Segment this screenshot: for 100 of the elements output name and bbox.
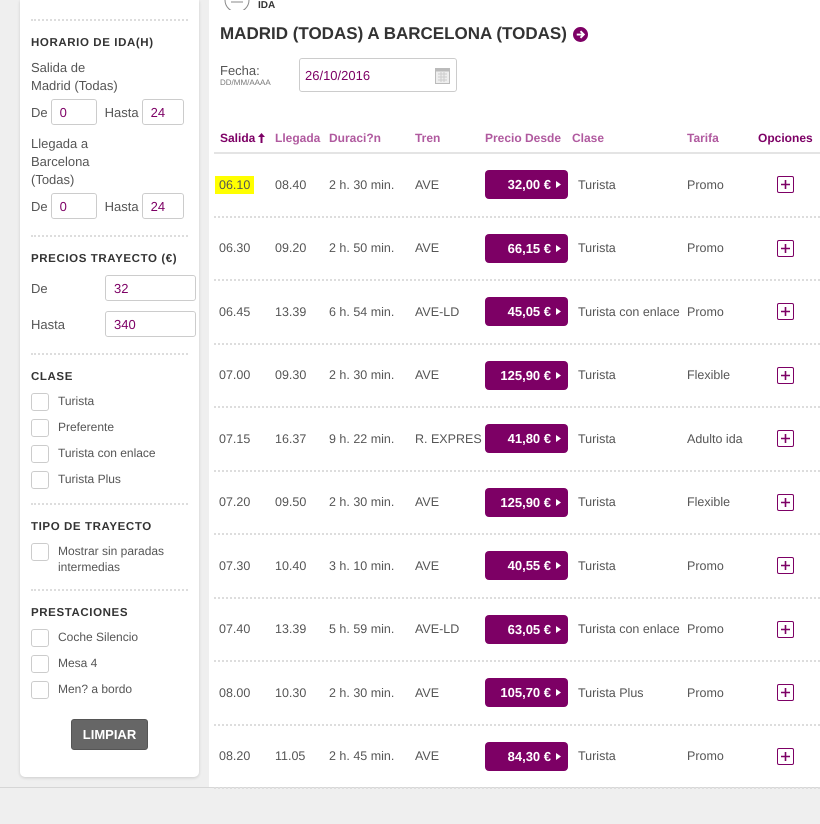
- price-button[interactable]: 105,70 €: [485, 678, 568, 708]
- checkbox[interactable]: [31, 655, 49, 673]
- duration-cell-text: 9 h. 22 min.: [329, 432, 396, 446]
- checkbox[interactable]: [31, 471, 49, 489]
- fare-cell-text: Flexible: [687, 368, 732, 382]
- fare-cell-text: Promo: [687, 241, 725, 256]
- checkbox-label: Turista Plus: [58, 471, 122, 487]
- clear-button[interactable]: LIMPIAR: [71, 719, 148, 750]
- price-button[interactable]: 125,90 €: [485, 488, 568, 517]
- fare-cell-text: Promo: [687, 304, 725, 319]
- train-cell-text: AVE: [415, 178, 440, 192]
- checkbox-label: Preferente: [58, 419, 116, 435]
- checkbox-label: Coche Silencio: [58, 629, 140, 645]
- filter-label: Llegada a Barcelona (Todas): [31, 135, 91, 189]
- field-label: De: [31, 104, 48, 120]
- triangle-right-icon: [556, 498, 561, 506]
- departure-time: 07.15: [218, 430, 252, 448]
- checkbox[interactable]: [31, 629, 49, 647]
- expand-plus-icon[interactable]: [776, 557, 794, 574]
- fare-cell-text: Promo: [687, 178, 725, 192]
- departure-time: 07.40: [218, 621, 252, 638]
- triangle-right-icon: [556, 626, 561, 633]
- expand-plus-icon[interactable]: [776, 430, 794, 448]
- section-title: PRECIOS TRAYECTO (€): [31, 253, 178, 265]
- arrow-right-icon[interactable]: [572, 26, 588, 42]
- checkbox[interactable]: [31, 681, 49, 699]
- price-button[interactable]: 66,15 €: [485, 234, 568, 263]
- arrival-time: 13.39: [275, 304, 308, 319]
- checkbox[interactable]: [31, 543, 49, 561]
- field-label: Hasta: [104, 198, 139, 214]
- column-header[interactable]: Llegada: [275, 131, 329, 145]
- field-label: De: [31, 280, 48, 296]
- expand-plus-icon[interactable]: [776, 366, 794, 384]
- duration-cell-text: 2 h. 30 min.: [329, 368, 396, 382]
- checkbox-label: Men? a bordo: [58, 681, 134, 697]
- train-cell-text: AVE: [415, 368, 440, 382]
- departure-time: 06.10: [215, 176, 254, 194]
- departure-time: 07.30: [218, 558, 252, 575]
- departure-time: 06.30: [218, 240, 252, 258]
- checkbox-label: Mesa 4: [58, 655, 98, 671]
- price-button[interactable]: 45,05 €: [485, 297, 568, 326]
- expand-plus-icon[interactable]: [776, 240, 794, 257]
- price-button[interactable]: 125,90 €: [485, 360, 568, 390]
- triangle-right-icon: [556, 562, 561, 570]
- column-header[interactable]: Salida: [220, 131, 275, 145]
- filter-label: Salida de Madrid (Todas): [31, 59, 119, 95]
- arrival-time: 10.30: [275, 686, 308, 700]
- column-header[interactable]: Precio Desde: [485, 131, 572, 145]
- duration-cell-text: 2 h. 45 min.: [329, 749, 396, 764]
- field-label: Hasta: [104, 104, 139, 120]
- train-cell-text: AVE: [415, 686, 440, 700]
- input-field[interactable]: 340: [105, 311, 196, 337]
- column-header[interactable]: Duraci?n: [329, 131, 415, 145]
- price-button[interactable]: 32,00 €: [485, 170, 568, 200]
- input-field[interactable]: 0: [50, 99, 97, 125]
- checkbox-label: Turista con enlace: [58, 445, 157, 461]
- triangle-right-icon: [556, 181, 561, 188]
- input-field[interactable]: 0: [50, 193, 97, 219]
- expand-plus-icon[interactable]: [776, 620, 794, 638]
- checkbox[interactable]: [31, 393, 49, 411]
- column-header[interactable]: Clase: [572, 131, 687, 145]
- arrival-time: 09.20: [275, 241, 308, 256]
- date-field[interactable]: 26/10/2016: [299, 58, 457, 92]
- duration-cell-text: 5 h. 59 min.: [329, 622, 396, 636]
- checkbox[interactable]: [31, 445, 49, 463]
- column-header[interactable]: Tren: [415, 131, 485, 145]
- expand-plus-icon[interactable]: [776, 494, 794, 511]
- input-field[interactable]: 24: [142, 193, 184, 219]
- arrival-time: 16.37: [275, 432, 308, 446]
- duration-cell-text: 2 h. 30 min.: [329, 178, 396, 192]
- expand-plus-icon[interactable]: [776, 684, 794, 702]
- class-cell-text: Turista: [578, 495, 617, 510]
- arrival-time: 13.39: [275, 622, 308, 636]
- train-cell-text: AVE: [415, 241, 440, 256]
- section-label: IDA: [258, 0, 276, 10]
- triangle-right-icon: [556, 244, 561, 252]
- column-header[interactable]: Opciones: [758, 131, 820, 145]
- duration-cell-text: 2 h. 30 min.: [329, 686, 396, 700]
- fare-cell-text: Promo: [687, 686, 725, 700]
- departure-time: 06.45: [218, 304, 252, 321]
- checkbox[interactable]: [31, 419, 49, 437]
- departure-time: 07.20: [218, 494, 252, 512]
- price-button[interactable]: 41,80 €: [485, 424, 568, 454]
- class-cell-text: Turista: [578, 178, 617, 192]
- input-field[interactable]: 32: [105, 275, 196, 301]
- duration-cell-text: 6 h. 54 min.: [329, 304, 396, 319]
- input-field[interactable]: 24: [142, 99, 184, 125]
- price-button[interactable]: 84,30 €: [485, 742, 568, 771]
- section-title: TIPO DE TRAYECTO: [31, 521, 153, 533]
- expand-plus-icon[interactable]: [776, 748, 794, 765]
- class-cell-text: Turista: [578, 241, 617, 256]
- class-cell-text: Turista: [578, 558, 617, 573]
- class-cell-text: Turista: [578, 368, 617, 382]
- price-button[interactable]: 40,55 €: [485, 551, 568, 580]
- duration-cell-text: 2 h. 30 min.: [329, 495, 396, 510]
- column-header[interactable]: Tarifa: [687, 131, 758, 145]
- fare-cell-text: Promo: [687, 622, 725, 636]
- price-button[interactable]: 63,05 €: [485, 614, 568, 644]
- expand-plus-icon[interactable]: [776, 303, 794, 320]
- expand-plus-icon[interactable]: [776, 176, 794, 194]
